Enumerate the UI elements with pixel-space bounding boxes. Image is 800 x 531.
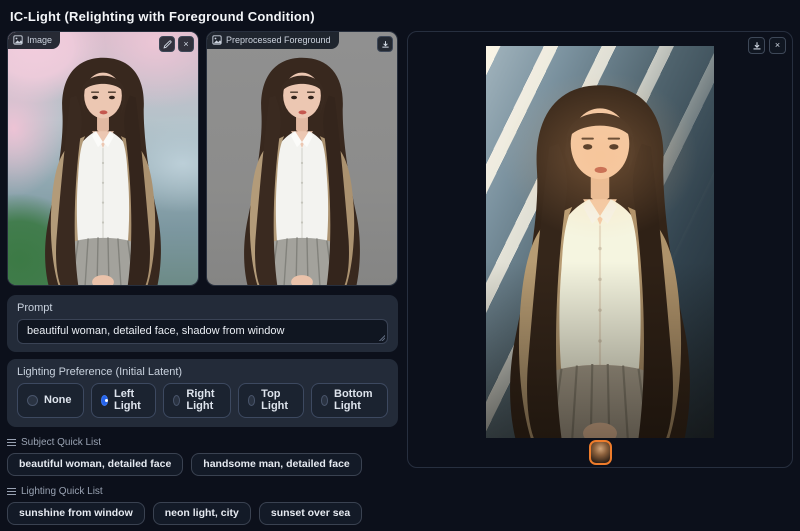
- quick-item-button[interactable]: sunset over sea: [259, 502, 362, 525]
- subject-quick-list-title: Subject Quick List: [21, 437, 101, 448]
- radio-bottom-light[interactable]: Bottom Light: [311, 383, 389, 418]
- radio-label: Top Light: [261, 388, 291, 412]
- foreground-actions: [377, 36, 393, 52]
- download-result-button[interactable]: [748, 37, 765, 54]
- quick-item-button[interactable]: sunshine from window: [7, 502, 145, 525]
- radio-circle-selected: [101, 395, 108, 406]
- input-images-row: Image × Preprocessed Fo: [7, 31, 398, 286]
- quick-item-button[interactable]: neon light, city: [153, 502, 251, 525]
- lighting-quick-list-title: Lighting Quick List: [21, 486, 103, 497]
- edit-image-button[interactable]: [159, 36, 175, 52]
- download-foreground-button[interactable]: [377, 36, 393, 52]
- main-layout: Image × Preprocessed Fo: [0, 31, 800, 531]
- lighting-preference-label: Lighting Preference (Initial Latent): [17, 366, 388, 378]
- prompt-block: Prompt beautiful woman, detailed face, s…: [7, 295, 398, 352]
- subject-quick-list-items: beautiful woman, detailed face handsome …: [7, 453, 398, 476]
- list-icon: [7, 439, 16, 446]
- radio-none[interactable]: None: [17, 383, 84, 418]
- controls-column: Image × Preprocessed Fo: [7, 31, 398, 531]
- lighting-quick-list-section: Lighting Quick List sunshine from window…: [7, 486, 398, 531]
- foreground-label: Preprocessed Foreground: [207, 32, 339, 49]
- radio-circle: [173, 395, 180, 406]
- close-icon: ×: [775, 41, 780, 50]
- foreground-photo: [207, 32, 397, 285]
- lighting-quick-list-header: Lighting Quick List: [7, 486, 398, 497]
- quick-item-button[interactable]: handsome man, detailed face: [191, 453, 361, 476]
- lighting-preference-block: Lighting Preference (Initial Latent) Non…: [7, 359, 398, 427]
- input-image-photo: [8, 32, 198, 285]
- input-image-label: Image: [8, 32, 60, 49]
- foreground-label-text: Preprocessed Foreground: [226, 35, 331, 45]
- list-icon: [7, 488, 16, 495]
- gallery-thumbnail-strip: [408, 438, 792, 467]
- radio-circle: [27, 395, 38, 406]
- input-image-panel[interactable]: Image ×: [7, 31, 199, 286]
- radio-label: Right Light: [186, 388, 218, 412]
- quick-item-button[interactable]: beautiful woman, detailed face: [7, 453, 183, 476]
- gallery-thumbnail-selected[interactable]: [589, 440, 612, 465]
- radio-right-light[interactable]: Right Light: [163, 383, 230, 418]
- radio-top-light[interactable]: Top Light: [238, 383, 304, 418]
- output-gallery-actions: ×: [748, 37, 786, 54]
- input-image-actions: ×: [159, 36, 194, 52]
- radio-circle: [248, 395, 256, 406]
- subject-quick-list-header: Subject Quick List: [7, 437, 398, 448]
- image-icon: [212, 35, 222, 45]
- clear-image-button[interactable]: ×: [178, 36, 194, 52]
- pencil-icon: [163, 40, 172, 49]
- page-title: IC-Light (Relighting with Foreground Con…: [0, 0, 800, 31]
- vignette-overlay: [486, 46, 714, 438]
- portrait-gray: [207, 32, 397, 285]
- output-column: ×: [407, 31, 793, 468]
- radio-left-light[interactable]: Left Light: [91, 383, 157, 418]
- radio-circle: [321, 395, 329, 406]
- prompt-input[interactable]: beautiful woman, detailed face, shadow f…: [17, 319, 388, 344]
- close-gallery-button[interactable]: ×: [769, 37, 786, 54]
- lighting-quick-list-row-1: sunshine from window neon light, city su…: [7, 502, 398, 531]
- radio-label: Bottom Light: [334, 388, 376, 412]
- lighting-preference-radios: None Left Light Right Light Top Light Bo…: [17, 383, 388, 418]
- prompt-label: Prompt: [17, 302, 388, 314]
- radio-label: None: [44, 394, 72, 406]
- download-icon: [752, 41, 762, 51]
- output-image[interactable]: [486, 46, 714, 438]
- prompt-input-wrap: beautiful woman, detailed face, shadow f…: [17, 319, 388, 344]
- input-image-label-text: Image: [27, 35, 52, 45]
- download-icon: [381, 40, 390, 49]
- output-gallery-panel: ×: [407, 31, 793, 468]
- portrait-blossom: [8, 32, 198, 285]
- foreground-panel[interactable]: Preprocessed Foreground: [206, 31, 398, 286]
- image-icon: [13, 35, 23, 45]
- subject-quick-list-section: Subject Quick List beautiful woman, deta…: [7, 437, 398, 476]
- resize-handle[interactable]: [378, 334, 385, 341]
- radio-label: Left Light: [114, 388, 144, 412]
- close-icon: ×: [183, 40, 188, 49]
